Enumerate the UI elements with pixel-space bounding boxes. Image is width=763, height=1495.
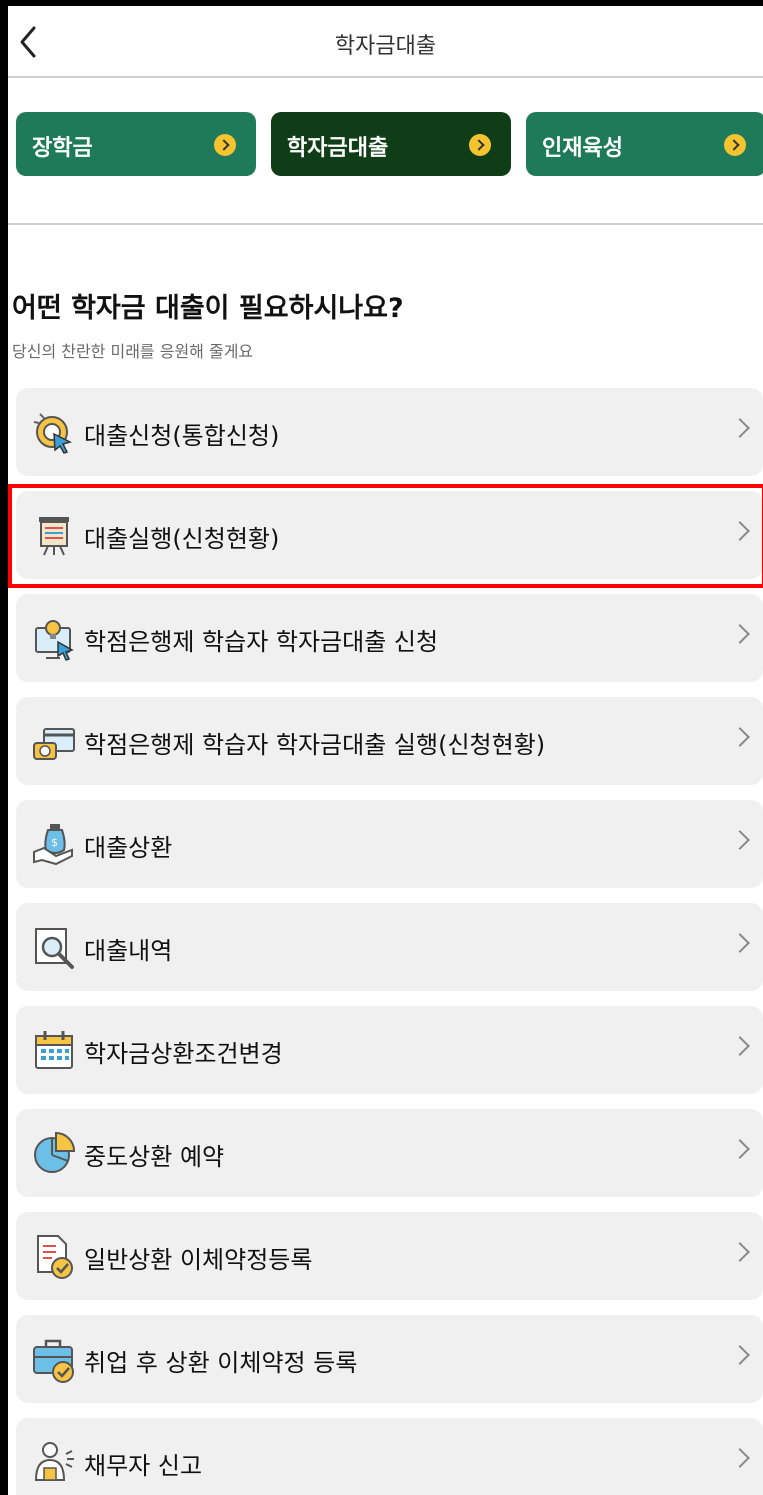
menu-item-credit-bank-execution[interactable]: 학점은행제 학습자 학자금대출 실행(신청현황) (16, 697, 763, 785)
checklist-document-icon (37, 1235, 73, 1279)
category-tabs: 장학금 학자금대출 인재육성 (16, 112, 763, 176)
menu-item-label: 대출신청(통합신청) (84, 422, 280, 450)
hand-money-bag-icon: $ (33, 824, 73, 866)
money-card-icon (33, 728, 75, 760)
document-magnifier-icon (35, 928, 74, 969)
chevron-right-icon (730, 418, 750, 438)
tab-label: 장학금 (32, 136, 93, 161)
chevron-right-icon (730, 830, 750, 850)
menu-item-debtor-report[interactable]: 채무자 신고 (16, 1418, 763, 1495)
briefcase-check-icon (33, 1339, 74, 1383)
chevron-right-icon (730, 1345, 750, 1365)
pie-chart-icon (34, 1131, 76, 1173)
menu-item-label: 대출실행(신청현황) (84, 525, 280, 553)
lightbulb-monitor-icon (35, 620, 74, 661)
svg-text:$: $ (51, 836, 58, 849)
section-title: 어떤 학자금 대출이 필요하시나요? (12, 293, 404, 324)
tab-label: 학자금대출 (287, 136, 389, 161)
divider (8, 223, 763, 225)
menu-item-credit-bank-apply[interactable]: 학점은행제 학습자 학자금대출 신청 (16, 594, 763, 682)
menu-item-label: 학자금상환조건변경 (84, 1040, 283, 1068)
tab-scholarship[interactable]: 장학금 (16, 112, 256, 176)
menu-item-label: 일반상환 이체약정등록 (84, 1246, 313, 1274)
page-title: 학자금대출 (334, 34, 437, 59)
menu-item-label: 채무자 신고 (84, 1452, 203, 1480)
menu-item-general-repayment-transfer[interactable]: 일반상환 이체약정등록 (16, 1212, 763, 1300)
cursor-target-icon (33, 413, 73, 454)
menu-item-label: 학점은행제 학습자 학자금대출 실행(신청현황) (84, 731, 546, 759)
chevron-right-icon (730, 1036, 750, 1056)
arrow-right-circle-icon (214, 134, 236, 156)
chevron-right-icon (730, 1139, 750, 1159)
menu-item-repayment-condition-change[interactable]: 학자금상환조건변경 (16, 1006, 763, 1094)
menu-item-loan-repayment[interactable]: $ 대출상환 (16, 800, 763, 888)
chevron-right-icon (730, 933, 750, 953)
chevron-right-icon (730, 624, 750, 644)
menu-item-label: 학점은행제 학습자 학자금대출 신청 (84, 628, 439, 656)
menu-item-loan-history[interactable]: 대출내역 (16, 903, 763, 991)
menu-item-label: 대출상환 (84, 834, 173, 862)
section-subtitle: 당신의 찬란한 미래를 응원해 줄게요 (12, 342, 254, 361)
menu-item-label: 대출내역 (84, 937, 173, 965)
menu-item-early-repayment-reservation[interactable]: 중도상환 예약 (16, 1109, 763, 1197)
chevron-right-icon (730, 1448, 750, 1468)
menu-item-label: 취업 후 상환 이체약정 등록 (84, 1349, 358, 1377)
tab-student-loan[interactable]: 학자금대출 (271, 112, 511, 176)
person-report-icon (34, 1442, 74, 1481)
chevron-right-icon (730, 521, 750, 541)
chevron-right-icon (730, 1242, 750, 1262)
app-screen: 학자금대출 장학금 학자금대출 인재육성 어떤 학자금 대출이 필요하시나요? … (8, 6, 763, 1495)
calendar-icon (35, 1031, 73, 1069)
menu-item-loan-apply[interactable]: 대출신청(통합신청) (16, 388, 763, 476)
top-bar: 학자금대출 (8, 6, 763, 78)
tab-label: 인재육성 (542, 136, 623, 161)
menu-item-label: 중도상환 예약 (84, 1143, 225, 1171)
arrow-right-circle-icon (469, 134, 491, 156)
tab-talent-development[interactable]: 인재육성 (526, 112, 763, 176)
presentation-board-icon (39, 517, 69, 556)
arrow-right-circle-icon (724, 134, 746, 156)
menu-item-loan-execution[interactable]: 대출실행(신청현황) (16, 491, 763, 579)
chevron-right-icon (730, 727, 750, 747)
menu-item-post-employment-repayment-transfer[interactable]: 취업 후 상환 이체약정 등록 (16, 1315, 763, 1403)
